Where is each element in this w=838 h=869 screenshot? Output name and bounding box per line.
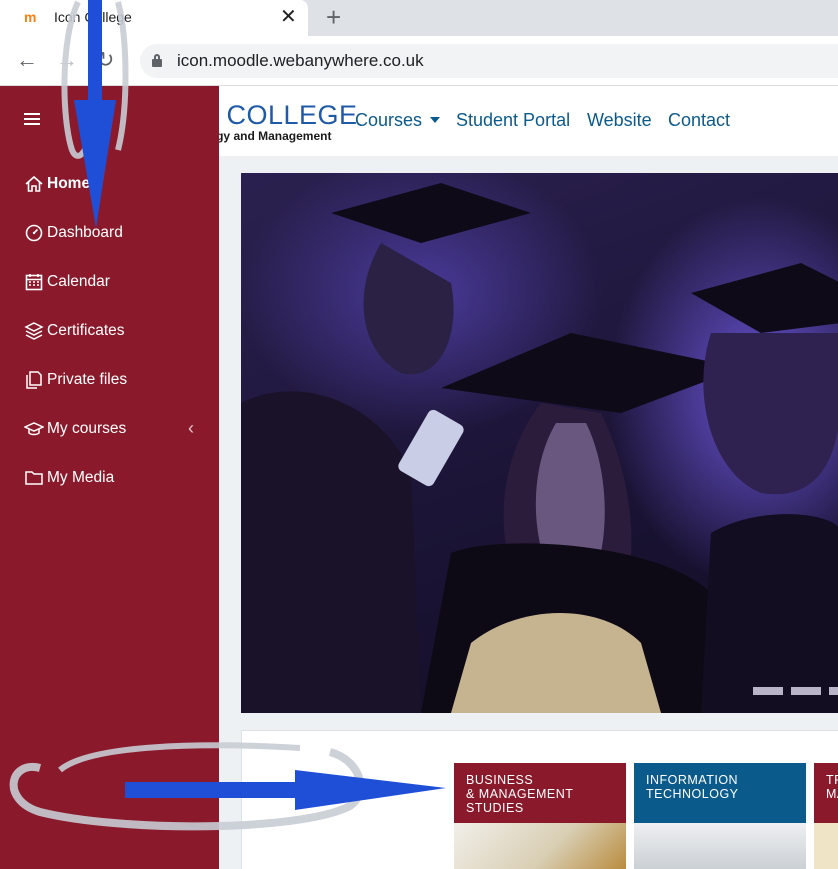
graduation-photo [241,173,838,713]
nav-student-portal[interactable]: Student Portal [456,110,570,131]
close-tab-icon[interactable]: ✕ [280,6,297,28]
browser-tabstrip: m Icon College ✕ + [0,0,838,36]
course-card-business[interactable]: BUSINESS & MANAGEMENT STUDIES [454,763,626,869]
sidebar-item-calendar[interactable]: Calendar [24,270,204,296]
sidebar-item-certificates[interactable]: Certificates [24,319,204,345]
sidebar-item-label: Dashboard [47,224,123,241]
carousel-dot[interactable] [753,687,783,695]
certificates-icon [24,322,44,340]
screen: m Icon College ✕ + ← → ↻ icon.moodle.web… [0,0,838,869]
sidebar-item-home[interactable]: Home [24,172,204,198]
hero-carousel[interactable] [241,173,838,713]
course-card-it[interactable]: INFORMATION TECHNOLOGY [634,763,806,869]
nav-contact[interactable]: Contact [668,110,730,131]
main-content: BUSINESS & MANAGEMENT STUDIES INFORMATIO… [219,156,838,869]
site-header: ICON COLLEGE of Technology and Managemen… [101,86,838,156]
moodle-favicon-icon: m [24,9,37,25]
hamburger-menu-icon[interactable] [24,113,40,125]
sidebar-item-private-files[interactable]: Private files [24,368,204,394]
nav-courses-dropdown[interactable]: Courses [355,110,441,131]
back-arrow-icon[interactable]: ← [16,48,38,72]
course-card-title: BUSINESS & MANAGEMENT STUDIES [454,763,626,823]
sidebar-item-label: Calendar [47,273,110,290]
course-card-title: INFORMATION TECHNOLOGY [634,763,806,823]
home-icon [25,175,43,192]
new-tab-icon[interactable]: + [326,3,341,31]
calendar-icon [25,274,43,291]
sidebar-item-my-courses[interactable]: My courses ‹ [24,417,204,443]
carousel-dot[interactable] [829,687,838,695]
folder-icon [25,471,43,485]
graduation-cap-icon [24,422,44,436]
coins-image [454,823,626,869]
lock-icon [152,54,162,67]
caret-down-icon [430,117,441,123]
course-image [814,823,838,869]
course-categories: BUSINESS & MANAGEMENT STUDIES INFORMATIO… [241,730,838,869]
tab-title: Icon College [54,9,132,25]
sidebar: Home Dashboard Calendar Certificates Pri… [0,86,219,869]
sidebar-item-dashboard[interactable]: Dashboard [24,221,204,247]
graduates-silhouettes [241,183,838,713]
dashboard-icon [25,224,43,242]
nav-website[interactable]: Website [587,110,652,131]
sidebar-item-label: My courses [47,420,127,437]
course-card-third[interactable]: TR MA [814,763,838,869]
sidebar-item-label: Home [47,175,91,192]
files-icon [26,371,42,389]
course-card-title: TR MA [814,763,838,823]
address-bar[interactable]: icon.moodle.webanywhere.co.uk [140,44,838,78]
url-text[interactable]: icon.moodle.webanywhere.co.uk [177,51,424,71]
sidebar-item-my-media[interactable]: My Media [24,466,204,492]
browser-toolbar: ← → ↻ icon.moodle.webanywhere.co.uk [0,36,838,86]
chevron-left-icon[interactable]: ‹ [188,418,194,439]
sidebar-item-label: Certificates [47,322,125,339]
carousel-dot[interactable] [791,687,821,695]
laptop-image [634,823,806,869]
sidebar-item-label: Private files [47,371,128,388]
sidebar-item-label: My Media [47,469,115,486]
forward-arrow-icon[interactable]: → [56,48,78,72]
browser-tab[interactable]: m Icon College ✕ [0,0,308,36]
reload-icon[interactable]: ↻ [96,48,114,72]
